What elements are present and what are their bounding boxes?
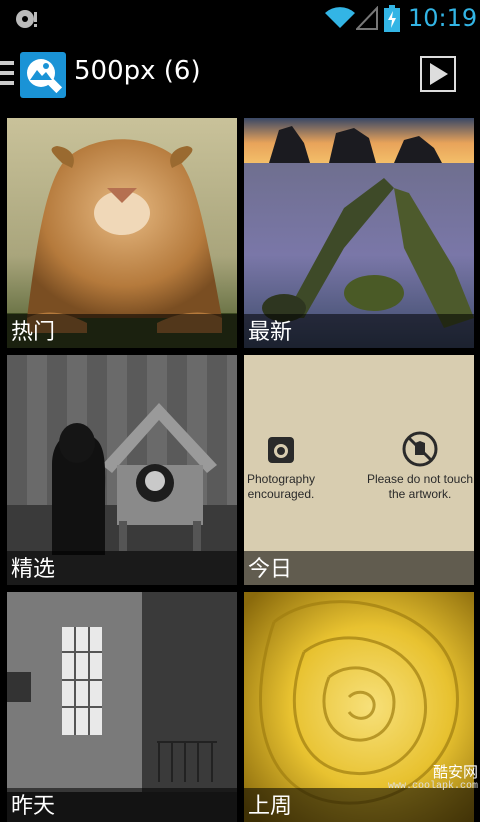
tile-label: 精选 — [11, 557, 56, 582]
status-clock: 10:19 — [408, 4, 478, 32]
watermark-name: 酷安网 — [432, 763, 478, 781]
tile-label: 热门 — [11, 320, 56, 345]
app-title: 500px (6) — [74, 56, 201, 86]
tile-label: 最新 — [248, 320, 293, 345]
tile-popular[interactable]: 热门 — [7, 118, 237, 348]
battery-charging-icon — [384, 5, 400, 32]
watermark-url: www.coolapk.com — [387, 781, 478, 792]
signal-icon — [356, 6, 378, 30]
menu-icon[interactable] — [0, 58, 16, 88]
500px-app-icon[interactable] — [20, 52, 66, 98]
gallery-sign-left-text: Photography encouraged. — [246, 472, 316, 501]
play-icon[interactable] — [420, 56, 456, 92]
tile-label: 昨天 — [11, 794, 56, 819]
watermark: 酷安网 www.coolapk.com — [372, 764, 478, 800]
tile-featured[interactable]: 精选 — [7, 355, 237, 585]
tile-today[interactable]: Photography encouraged. Please do not to… — [244, 355, 474, 585]
photo-grid: 热门 最新 精选 Photography encouraged. Please … — [0, 110, 480, 822]
sd-card-icon — [16, 10, 37, 28]
status-bar: 10:19 — [0, 0, 480, 38]
tile-label: 今日 — [248, 557, 293, 582]
tile-latest[interactable]: 最新 — [244, 118, 474, 348]
wifi-icon — [325, 7, 355, 28]
tile-label: 上周 — [248, 794, 293, 819]
tile-yesterday[interactable]: 昨天 — [7, 592, 237, 822]
gallery-sign-right-text: Please do not touch the artwork. — [366, 472, 474, 501]
action-bar: 500px (6) — [0, 38, 480, 110]
